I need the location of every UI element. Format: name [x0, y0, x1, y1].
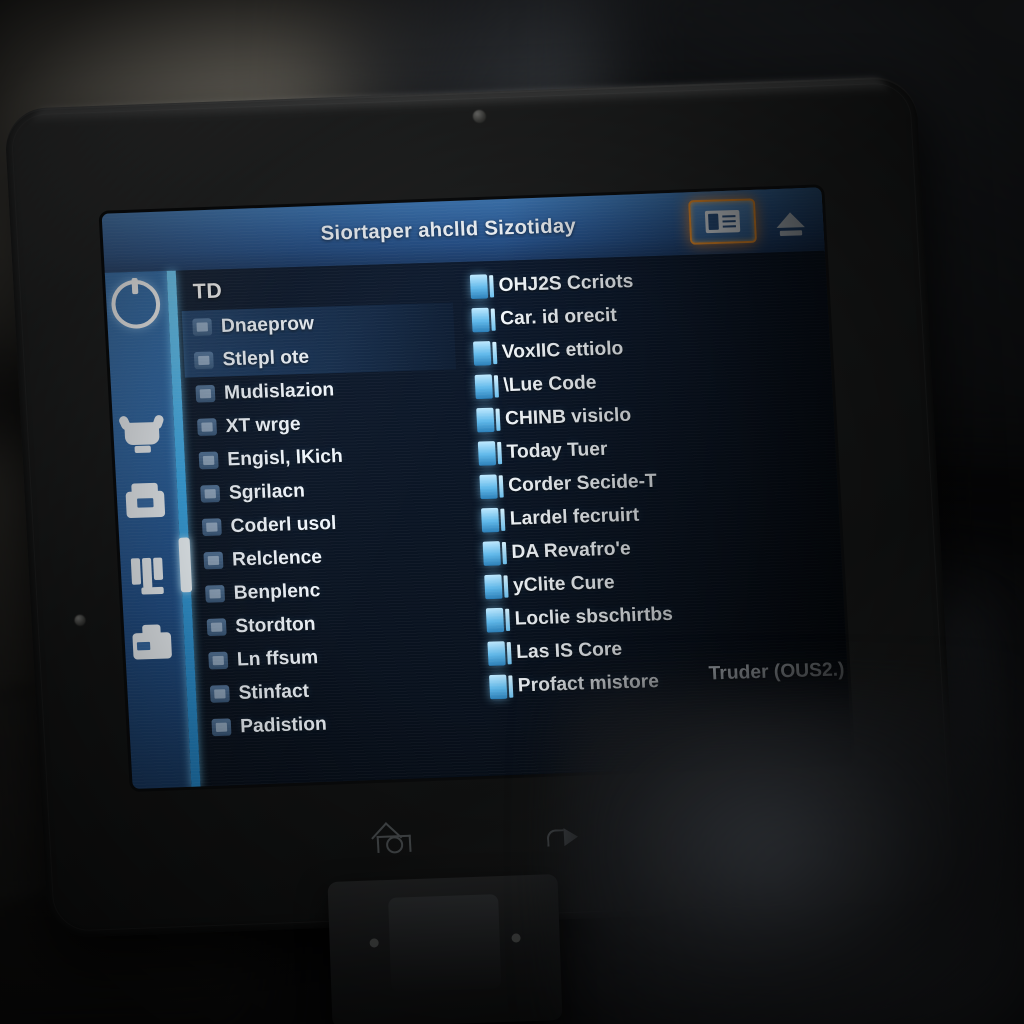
screenshot-root: Siortaper ahclld Sizotiday [0, 0, 1024, 1024]
vignette [0, 0, 1024, 1024]
